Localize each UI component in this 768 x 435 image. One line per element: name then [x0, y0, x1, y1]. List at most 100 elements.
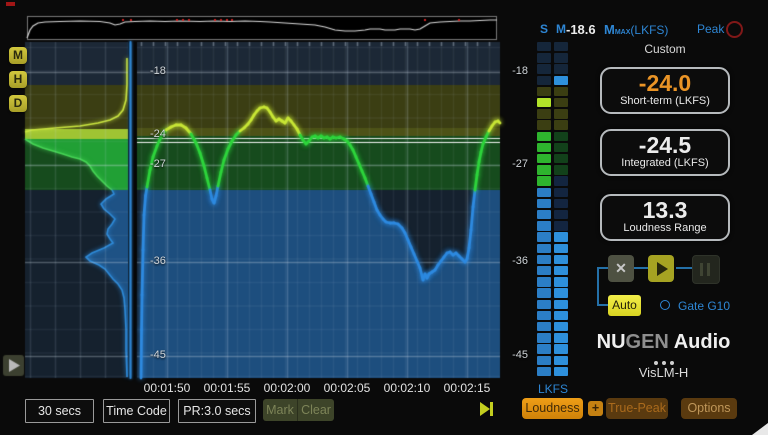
meter-m-segment: [554, 232, 568, 241]
meter-m-segment: [554, 288, 568, 297]
play-button[interactable]: [648, 255, 674, 282]
meter-m-segment: [554, 244, 568, 253]
meter-m-segment: [554, 266, 568, 275]
meter-db-label: -27: [500, 158, 528, 170]
meter-m-segment: [554, 98, 568, 107]
meter-s-segment: [537, 266, 551, 275]
meter-m-segment: [554, 165, 568, 174]
time-axis-label: 00:01:55: [204, 381, 251, 395]
meter-s-segment: [537, 255, 551, 264]
clear-button[interactable]: Clear: [298, 399, 334, 421]
plot-db-label: -45: [150, 349, 166, 361]
meter-s-segment: [537, 53, 551, 62]
meter-m-segment: [554, 188, 568, 197]
meter-m-segment: [554, 199, 568, 208]
options-button[interactable]: Options: [681, 398, 737, 419]
loudness-range-value: 13.3: [602, 198, 728, 222]
meter-s-header: S: [537, 22, 551, 36]
meter-m-segment: [554, 255, 568, 264]
meter-s-segment: [537, 288, 551, 297]
meter-s-segment: [537, 322, 551, 331]
connector-line: [676, 267, 692, 269]
connector-line: [597, 267, 599, 306]
time-axis-label: 00:02:10: [384, 381, 431, 395]
record-indicator: [6, 2, 15, 6]
brand-audio: Audio: [669, 331, 730, 353]
meter-s-segment: [537, 143, 551, 152]
brand-gen: GEN: [626, 331, 669, 353]
meter-db-label: -36: [500, 255, 528, 267]
play-icon: [657, 262, 668, 276]
pause-button[interactable]: [692, 255, 720, 284]
meter-s-segment: [537, 344, 551, 353]
meter-s-segment: [537, 367, 551, 376]
meter-s-segment: [537, 333, 551, 342]
integrated-value: -24.5: [602, 133, 728, 157]
graph-view-button-d[interactable]: D: [9, 95, 27, 112]
meter-m-segment: [554, 120, 568, 129]
gate-indicator: [660, 300, 670, 310]
meter-m-segment: [554, 87, 568, 96]
brand-logo: NUGEN Audio: [586, 331, 741, 354]
vislm-plugin-window: { "colors":{"accent_blue":"#2e86d4","acc…: [0, 0, 768, 435]
time-axis-label: 00:02:15: [444, 381, 491, 395]
short-term-readout: -24.0 Short-term (LKFS): [600, 67, 730, 114]
time-axis-label: 00:01:50: [144, 381, 191, 395]
timecode-button[interactable]: Time Code: [103, 399, 170, 423]
auto-button[interactable]: Auto: [608, 295, 641, 316]
plot-db-label: -24: [150, 128, 166, 140]
reset-button[interactable]: ✕: [608, 255, 634, 282]
pause-icon: [700, 263, 703, 276]
meter-m-segment: [554, 143, 568, 152]
brand-nu: NU: [597, 331, 626, 353]
mmax-value: -18.6: [566, 22, 596, 37]
meter-s-segment: [537, 120, 551, 129]
graph-view-button-m[interactable]: M: [9, 47, 27, 64]
time-axis-label: 00:02:05: [324, 381, 371, 395]
meter-m-segment: [554, 76, 568, 85]
integrated-label: Integrated (LKFS): [602, 157, 728, 169]
meter-m-segment: [554, 132, 568, 141]
meter-unit-label: LKFS: [530, 382, 576, 396]
meter-m-segment: [554, 176, 568, 185]
plot-db-label: -36: [150, 255, 166, 267]
meter-m-segment: [554, 311, 568, 320]
true-peak-tab[interactable]: True-Peak: [606, 398, 668, 419]
meter-m-segment: [554, 367, 568, 376]
mark-button[interactable]: Mark: [263, 399, 298, 421]
meter-m-segment: [554, 344, 568, 353]
meter-s-segment: [537, 165, 551, 174]
meter-s-segment: [537, 311, 551, 320]
pr-window-button[interactable]: PR:3.0 secs: [178, 399, 256, 423]
meter-s-segment: [537, 232, 551, 241]
pause-icon: [707, 263, 710, 276]
plot-db-label: -18: [150, 65, 166, 77]
meter-m-segment: [554, 322, 568, 331]
resize-grip[interactable]: [752, 423, 768, 435]
meter-s-segment: [537, 221, 551, 230]
plot-db-label: -27: [150, 158, 166, 170]
meter-s-segment: [537, 176, 551, 185]
meter-s-segment: [537, 210, 551, 219]
meter-s-segment: [537, 300, 551, 309]
meter-s-segment: [537, 109, 551, 118]
window-length-button[interactable]: 30 secs: [25, 399, 94, 423]
peak-indicator-lamp[interactable]: [726, 21, 743, 38]
meter-m-segment: [554, 109, 568, 118]
preset-name[interactable]: Custom: [610, 42, 720, 56]
mmax-label: MMAX(LKFS): [604, 22, 668, 37]
meter-db-label: -18: [500, 65, 528, 77]
graph-view-button-h[interactable]: H: [9, 71, 27, 88]
loudness-range-label: Loudness Range: [602, 222, 728, 234]
loudness-tab[interactable]: Loudness: [522, 398, 583, 419]
short-term-label: Short-term (LKFS): [602, 95, 728, 107]
meter-s-segment: [537, 87, 551, 96]
link-plus-button[interactable]: +: [588, 401, 603, 416]
meter-m-segment: [554, 221, 568, 230]
meter-m-segment: [554, 42, 568, 51]
loudness-range-readout: 13.3 Loudness Range: [600, 194, 730, 241]
meter-s-segment: [537, 188, 551, 197]
peak-label: Peak: [697, 22, 724, 36]
product-name: VisLM-H: [586, 365, 741, 380]
connector-line: [597, 304, 608, 306]
